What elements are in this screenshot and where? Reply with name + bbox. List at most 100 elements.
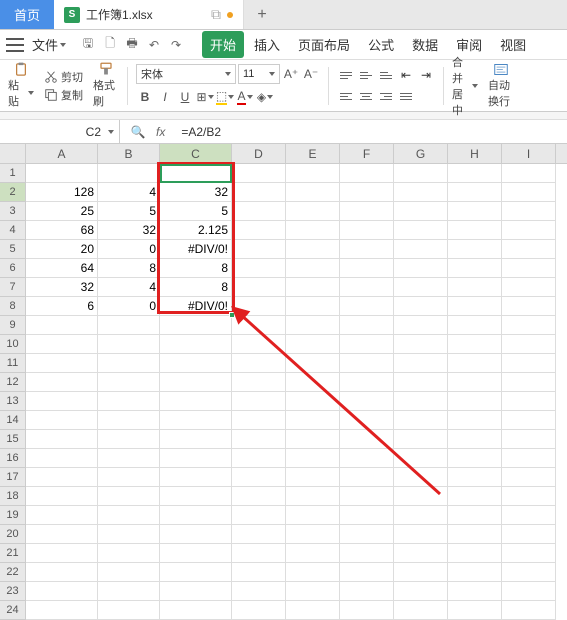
cell[interactable] [26, 335, 98, 354]
cell[interactable] [394, 487, 448, 506]
cell[interactable] [394, 411, 448, 430]
cell[interactable] [26, 411, 98, 430]
tab-home[interactable]: 首页 [0, 0, 54, 29]
cell[interactable] [286, 335, 340, 354]
cell[interactable] [502, 202, 556, 221]
cell[interactable] [26, 601, 98, 620]
cell[interactable] [232, 316, 286, 335]
cell[interactable] [232, 544, 286, 563]
cell[interactable] [232, 563, 286, 582]
cell[interactable] [232, 525, 286, 544]
cell[interactable]: 2.125 [160, 221, 232, 240]
cell[interactable] [26, 468, 98, 487]
cell[interactable] [160, 506, 232, 525]
undo-icon[interactable]: ↶ [146, 37, 162, 53]
cell[interactable] [98, 506, 160, 525]
cell[interactable] [286, 563, 340, 582]
cell[interactable] [98, 544, 160, 563]
cell[interactable] [286, 202, 340, 221]
cell[interactable] [502, 392, 556, 411]
cell[interactable] [98, 373, 160, 392]
cell[interactable] [502, 164, 556, 183]
cell[interactable] [26, 563, 98, 582]
cell[interactable] [502, 525, 556, 544]
cell[interactable] [286, 354, 340, 373]
cell[interactable]: 6 [26, 297, 98, 316]
cell[interactable] [160, 392, 232, 411]
cell[interactable] [232, 449, 286, 468]
cell[interactable] [286, 411, 340, 430]
cell[interactable]: 32 [26, 278, 98, 297]
cell[interactable] [340, 354, 394, 373]
cell[interactable] [448, 411, 502, 430]
cell[interactable] [340, 563, 394, 582]
cell[interactable] [502, 373, 556, 392]
row-header[interactable]: 13 [0, 392, 26, 411]
format-painter-button[interactable]: 格式刷 [89, 62, 123, 109]
cell[interactable] [160, 335, 232, 354]
cell[interactable] [502, 278, 556, 297]
row-header[interactable]: 23 [0, 582, 26, 601]
row-header[interactable]: 22 [0, 563, 26, 582]
ribbon-tab-3[interactable]: 公式 [360, 31, 402, 58]
cell[interactable] [502, 506, 556, 525]
cell[interactable] [26, 506, 98, 525]
cell[interactable] [232, 221, 286, 240]
cell[interactable] [286, 506, 340, 525]
cell[interactable]: 20 [26, 240, 98, 259]
cell[interactable] [160, 487, 232, 506]
cell[interactable] [394, 316, 448, 335]
cell[interactable] [160, 373, 232, 392]
cell[interactable] [160, 411, 232, 430]
row-header[interactable]: 19 [0, 506, 26, 525]
cell[interactable] [286, 487, 340, 506]
cell[interactable] [26, 449, 98, 468]
cell[interactable] [98, 525, 160, 544]
paste-button[interactable]: 粘贴 [4, 62, 38, 109]
cell[interactable] [340, 392, 394, 411]
cell[interactable] [286, 468, 340, 487]
cell[interactable] [448, 582, 502, 601]
column-header[interactable]: E [286, 144, 340, 163]
cell[interactable] [160, 582, 232, 601]
cell[interactable] [502, 544, 556, 563]
cell[interactable]: 8 [160, 259, 232, 278]
cell[interactable] [502, 449, 556, 468]
cell[interactable] [502, 582, 556, 601]
cell[interactable] [26, 525, 98, 544]
cell[interactable] [98, 164, 160, 183]
cell[interactable] [340, 240, 394, 259]
column-header[interactable]: H [448, 144, 502, 163]
row-header[interactable]: 2 [0, 183, 26, 202]
cell[interactable] [394, 563, 448, 582]
cell[interactable] [340, 544, 394, 563]
cell[interactable] [394, 183, 448, 202]
cell[interactable] [448, 202, 502, 221]
align-top-button[interactable] [337, 66, 355, 84]
row-header[interactable]: 21 [0, 544, 26, 563]
column-header[interactable]: I [502, 144, 556, 163]
cell[interactable] [340, 202, 394, 221]
cell[interactable] [340, 449, 394, 468]
increase-indent-button[interactable]: ⇥ [417, 66, 435, 84]
cell[interactable] [26, 316, 98, 335]
cell[interactable] [26, 392, 98, 411]
cell[interactable] [502, 468, 556, 487]
font-name-select[interactable]: 宋体 [136, 64, 236, 84]
row-header[interactable]: 24 [0, 601, 26, 620]
cell[interactable] [286, 392, 340, 411]
cell[interactable] [26, 373, 98, 392]
cell[interactable] [394, 392, 448, 411]
align-center-button[interactable] [357, 87, 375, 105]
cell[interactable] [394, 449, 448, 468]
cell[interactable] [394, 373, 448, 392]
cell[interactable] [98, 392, 160, 411]
cell[interactable] [340, 221, 394, 240]
cell[interactable] [98, 563, 160, 582]
row-header[interactable]: 4 [0, 221, 26, 240]
cell[interactable] [394, 468, 448, 487]
cell[interactable] [286, 297, 340, 316]
cell[interactable] [286, 164, 340, 183]
row-header[interactable]: 5 [0, 240, 26, 259]
cell[interactable] [340, 430, 394, 449]
